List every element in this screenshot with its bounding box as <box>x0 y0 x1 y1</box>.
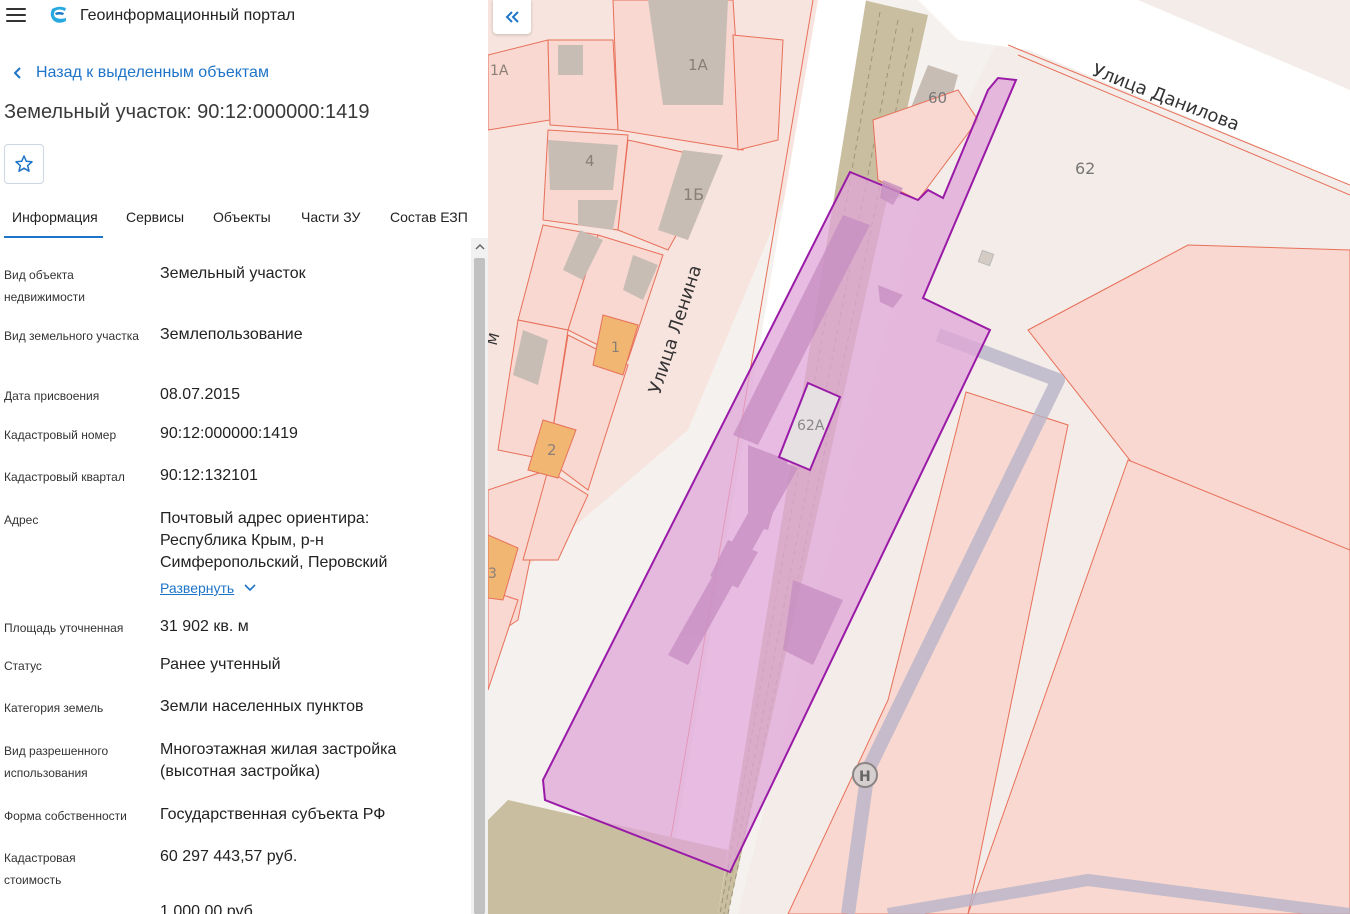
map-label-62: 62 <box>1075 159 1095 178</box>
scroll-up-arrow[interactable] <box>471 238 488 255</box>
chevron-left-icon <box>13 67 21 79</box>
map-canvas[interactable]: 1А 1А 1Б 4 1 2 3 60 62 62А М Улица Ленин… <box>488 0 1350 914</box>
info-value: 60 297 443,57 руб. <box>160 848 298 865</box>
info-value: Земельный участок <box>160 265 306 282</box>
info-label: Вид объекта недвижимости <box>4 268 85 304</box>
info-value: Многоэтажная жилая застройка (высотная з… <box>160 741 397 780</box>
map-label-1b: 1Б <box>683 185 704 204</box>
bus-stop-label: H <box>859 769 871 785</box>
tab-parcel-parts[interactable]: Части ЗУ <box>301 202 360 238</box>
info-label: Статус <box>4 659 42 673</box>
scrollbar-thumb[interactable] <box>474 258 485 914</box>
tab-objects[interactable]: Объекты <box>213 202 271 238</box>
portal-logo-icon[interactable] <box>48 5 70 27</box>
info-label: Дата присвоения <box>4 389 100 403</box>
info-label: Кадастровый номер <box>4 428 117 442</box>
map-label-60: 60 <box>928 89 947 107</box>
collapse-sidebar-button[interactable] <box>493 0 531 34</box>
info-value: Государственная субъекта РФ <box>160 806 386 823</box>
info-label: Адрес <box>4 513 39 527</box>
info-label: Вид разрешенного использования <box>4 744 109 780</box>
info-value: 90:12:000000:1419 <box>160 425 298 442</box>
map-label-3: 3 <box>488 566 497 582</box>
menu-icon[interactable] <box>6 8 26 24</box>
star-icon <box>15 155 33 172</box>
info-value: 31 902 кв. м <box>160 618 249 635</box>
double-chevron-left-icon <box>505 11 519 23</box>
tab-ezp-composition[interactable]: Состав ЕЗП <box>390 202 468 238</box>
map-label-1a: 1А <box>688 56 709 74</box>
object-title: Земельный участок: 90:12:000000:1419 <box>4 101 370 123</box>
info-label: Вид земельного участка <box>4 329 139 343</box>
info-label: Площадь уточненная <box>4 621 124 635</box>
info-label: Категория земель <box>4 701 104 715</box>
map-label-2: 2 <box>547 441 557 459</box>
back-to-selection-link[interactable]: Назад к выделенным объектам <box>8 62 269 84</box>
map-label-1: 1 <box>611 340 620 356</box>
app-title: Геоинформационный портал <box>80 7 296 24</box>
info-value: Земли населенных пунктов <box>160 698 364 715</box>
info-label: Форма собственности <box>4 809 127 823</box>
sidebar-panel: Геоинформационный портал Назад к выделен… <box>0 0 488 914</box>
expand-address-link[interactable]: Развернуть <box>160 580 256 596</box>
map-label-1a-left: 1А <box>490 63 509 79</box>
info-value: 08.07.2015 <box>160 386 241 403</box>
expand-label: Развернуть <box>160 580 235 596</box>
top-bar: Геоинформационный портал <box>0 0 488 34</box>
info-value: Почтовый адрес ориентира: Республика Кры… <box>160 510 388 571</box>
tab-info[interactable]: Информация <box>4 202 103 238</box>
back-link-label: Назад к выделенным объектам <box>36 64 269 81</box>
favorite-button[interactable] <box>4 144 44 184</box>
info-value: Землепользование <box>160 326 303 343</box>
info-label: Кадастровый квартал <box>4 470 125 484</box>
chevron-down-icon <box>244 584 256 592</box>
tab-services[interactable]: Сервисы <box>126 202 184 238</box>
map-view[interactable]: 1А 1А 1Б 4 1 2 3 60 62 62А М Улица Ленин… <box>488 0 1350 914</box>
map-label-4: 4 <box>585 152 595 170</box>
info-label: Кадастровая стоимость <box>4 851 76 887</box>
tabs-bar: Информация Сервисы Объекты Части ЗУ Сост… <box>0 202 488 238</box>
info-value: 90:12:132101 <box>160 467 258 484</box>
info-value: 1 000,00 руб. <box>160 903 258 914</box>
map-label-62a: 62А <box>797 418 825 434</box>
info-value: Ранее учтенный <box>160 656 281 673</box>
